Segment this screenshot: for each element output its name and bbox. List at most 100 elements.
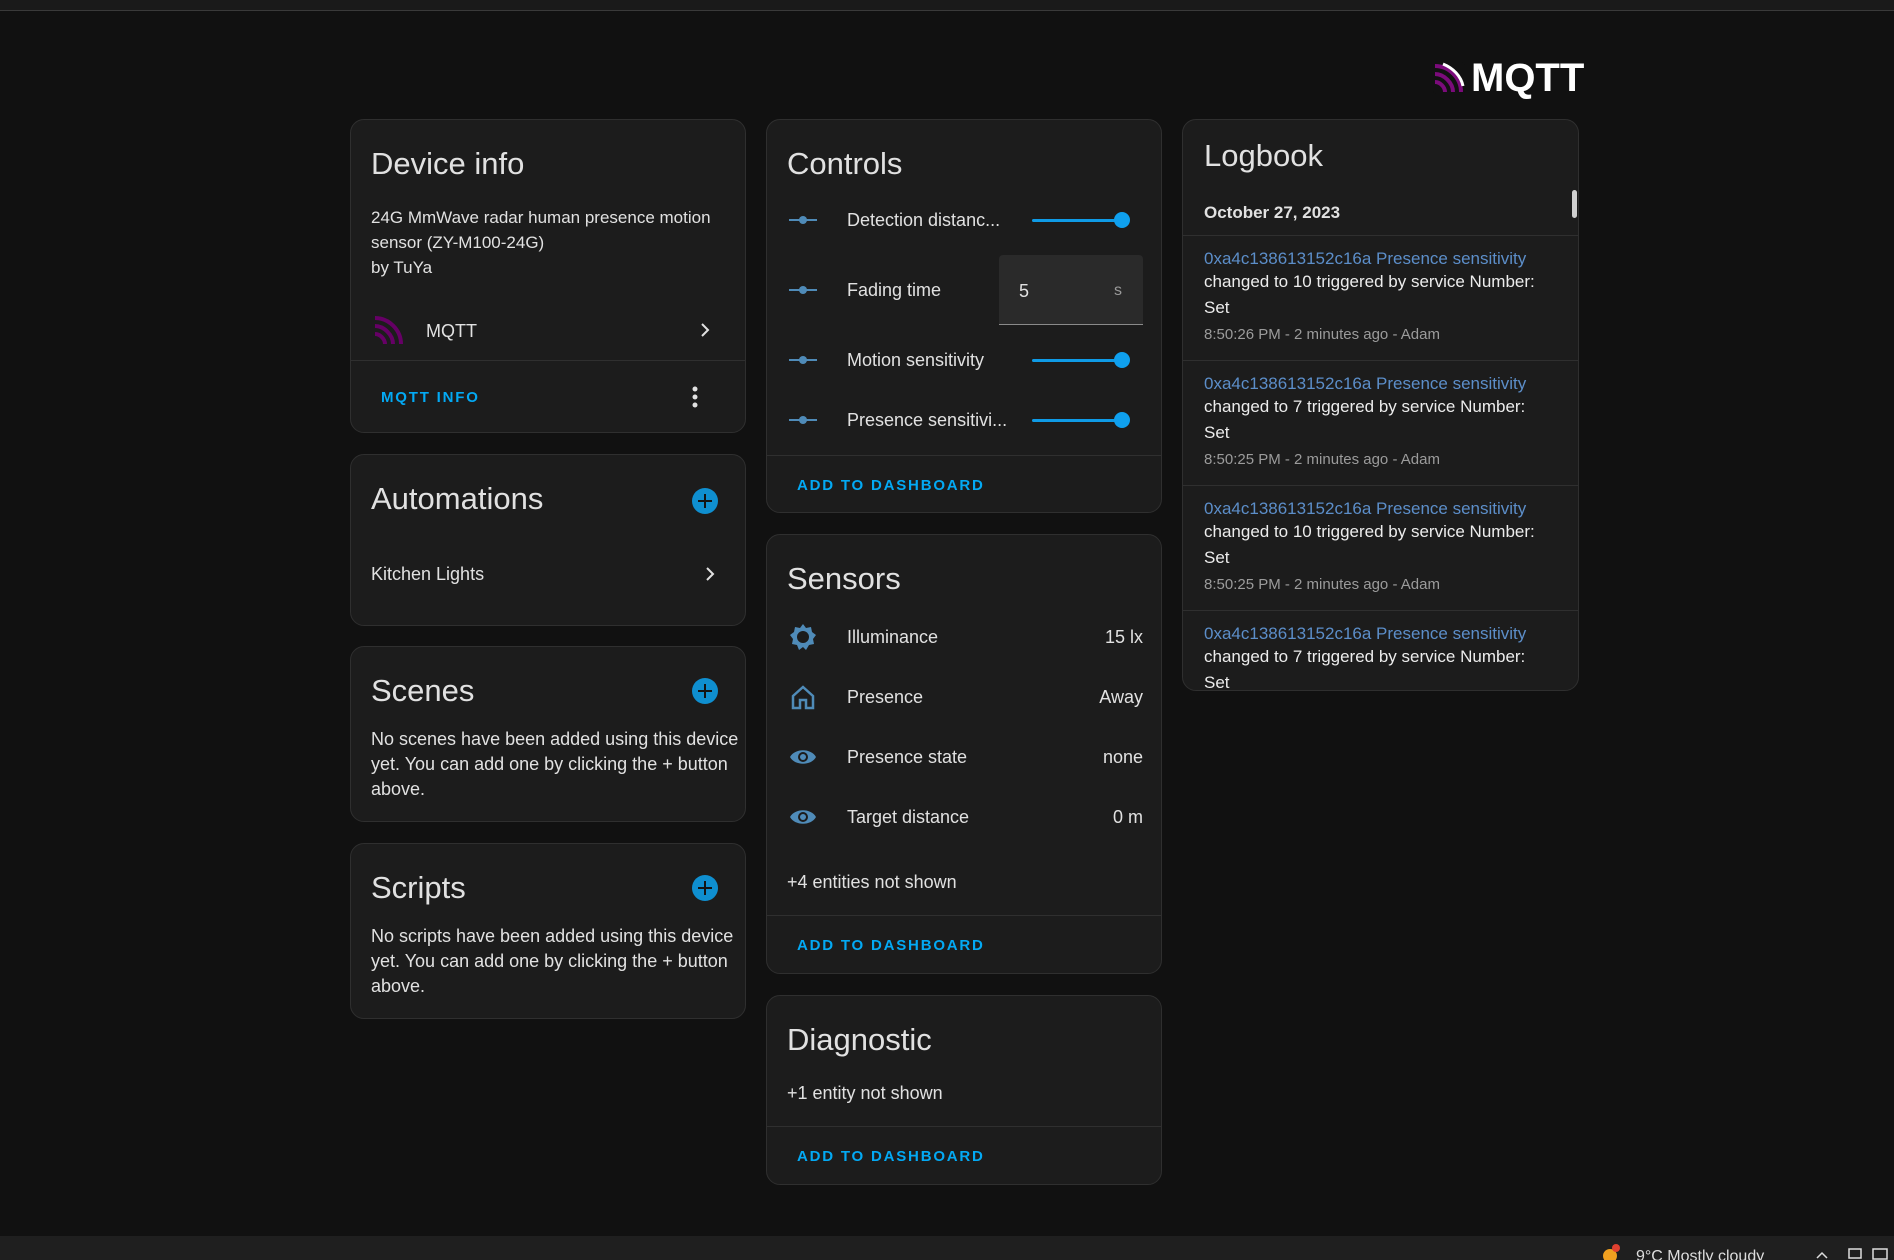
card-title: Logbook [1204, 138, 1323, 173]
scenes-empty-text-end: above. [371, 779, 426, 799]
log-message-cont: Set [1204, 548, 1230, 567]
scripts-empty-text: No scripts have been added using this de… [371, 926, 734, 946]
card-divider [767, 915, 1161, 916]
automation-item[interactable]: Kitchen Lights [351, 555, 745, 595]
log-meta: 8:50:25 PM - 2 minutes ago - Adam [1204, 451, 1440, 468]
browser-top-strip [0, 0, 1894, 10]
sensor-value: none [1102, 747, 1143, 767]
log-message-cont: Set [1204, 673, 1230, 691]
sensor-row-target-distance[interactable]: Target distance 0 m [767, 797, 1161, 837]
sensor-label: Illuminance [847, 627, 939, 647]
logbook-card: Logbook October 27, 2023 0xa4c138613152c… [1182, 119, 1579, 691]
slider-entity-icon [789, 356, 817, 364]
log-message-cont: Set [1204, 423, 1230, 442]
log-entity-link[interactable]: 0xa4c138613152c16a Presence sensitivity [1204, 374, 1526, 394]
scenes-empty-text: No scenes have been added using this dev… [371, 729, 739, 749]
add-to-dashboard-button[interactable]: ADD TO DASHBOARD [797, 937, 985, 954]
sensor-label: Target distance [847, 807, 970, 827]
number-entity-icon [789, 286, 817, 294]
volume-icon[interactable] [1872, 1248, 1888, 1260]
automation-label: Kitchen Lights [371, 564, 485, 584]
sensor-label: Presence state [847, 747, 968, 767]
log-entity-link[interactable]: 0xa4c138613152c16a Presence sensitivity [1204, 249, 1526, 269]
mqtt-brand-logo: MQTT [1433, 58, 1584, 98]
control-row-detection-distance: Detection distanc... [767, 200, 1161, 240]
sensor-value: Away [1099, 687, 1143, 707]
slider-knob[interactable] [1114, 412, 1130, 428]
slider-knob[interactable] [1114, 352, 1130, 368]
integration-row[interactable]: MQTT [351, 308, 745, 352]
card-title: Scripts [371, 870, 466, 905]
device-model: 24G MmWave radar human presence motion [371, 208, 711, 227]
log-entity-link[interactable]: 0xa4c138613152c16a Presence sensitivity [1204, 624, 1526, 644]
chevron-right-icon [701, 323, 710, 337]
scenes-card: Scenes No scenes have been added using t… [350, 646, 746, 822]
fading-time-input[interactable]: 5 s [999, 255, 1143, 325]
mqtt-icon [374, 316, 403, 345]
log-entity-link[interactable]: 0xa4c138613152c16a Presence sensitivity [1204, 499, 1526, 519]
fading-time-value: 5 [1019, 281, 1030, 301]
slider-track[interactable] [1032, 419, 1122, 422]
controls-card: Controls Detection distanc... Fading tim… [766, 119, 1162, 513]
slider-track[interactable] [1032, 359, 1122, 362]
control-label: Presence sensitivi... [847, 410, 1008, 430]
mqtt-info-button[interactable]: MQTT INFO [381, 389, 480, 406]
hidden-entities-link[interactable]: +1 entity not shown [787, 1083, 943, 1104]
card-title: Controls [787, 146, 903, 181]
chevron-right-icon [706, 567, 715, 581]
brand-name: MQTT [1471, 56, 1585, 100]
logbook-scrollbar[interactable] [1572, 190, 1577, 218]
control-row-presence-sensitivity: Presence sensitivi... [767, 400, 1161, 440]
add-to-dashboard-button[interactable]: ADD TO DASHBOARD [797, 477, 985, 494]
card-title: Scenes [371, 673, 475, 708]
sensor-row-presence[interactable]: Presence Away [767, 677, 1161, 717]
top-divider [0, 10, 1894, 11]
card-title: Device info [371, 146, 525, 181]
chevron-up-icon[interactable] [1816, 1250, 1828, 1260]
log-divider [1183, 360, 1578, 361]
log-message: changed to 7 triggered by service Number… [1204, 647, 1526, 666]
integration-label: MQTT [426, 321, 477, 341]
card-title: Diagnostic [787, 1022, 932, 1057]
slider-track[interactable] [1032, 219, 1122, 222]
logbook-date: October 27, 2023 [1204, 203, 1341, 222]
sensor-row-presence-state[interactable]: Presence state none [767, 737, 1161, 777]
add-scene-button[interactable] [692, 678, 718, 704]
home-outline-icon [791, 685, 815, 710]
sensor-label: Presence [847, 687, 924, 707]
add-script-button[interactable] [692, 875, 718, 901]
log-meta: 8:50:25 PM - 2 minutes ago - Adam [1204, 576, 1440, 593]
taskbar-weather[interactable]: 9°C Mostly cloudy [1636, 1248, 1764, 1260]
brightness-icon [790, 624, 816, 650]
scripts-card: Scripts No scripts have been added using… [350, 843, 746, 1019]
slider-entity-icon [789, 416, 817, 424]
device-manufacturer: by TuYa [371, 258, 433, 277]
mqtt-logo-icon [1433, 62, 1465, 94]
sensor-row-illuminance[interactable]: Illuminance 15 lx [767, 617, 1161, 657]
log-divider [1183, 485, 1578, 486]
eye-icon [790, 750, 816, 764]
weather-icon[interactable] [1598, 1244, 1622, 1260]
log-message: changed to 10 triggered by service Numbe… [1204, 522, 1535, 541]
network-icon[interactable] [1848, 1248, 1862, 1260]
add-to-dashboard-button[interactable]: ADD TO DASHBOARD [797, 1148, 985, 1165]
control-label: Motion sensitivity [847, 350, 985, 370]
log-meta: 8:50:26 PM - 2 minutes ago - Adam [1204, 326, 1440, 343]
log-message-cont: Set [1204, 298, 1230, 317]
fading-time-unit: s [1114, 282, 1122, 299]
automations-card: Automations Kitchen Lights [350, 454, 746, 626]
add-automation-button[interactable] [692, 488, 718, 514]
card-divider [767, 455, 1161, 456]
more-vertical-icon[interactable] [691, 385, 699, 409]
card-divider [351, 360, 745, 361]
slider-entity-icon [789, 216, 817, 224]
hidden-entities-link[interactable]: +4 entities not shown [787, 872, 957, 893]
control-label: Detection distanc... [847, 210, 1001, 230]
scenes-empty-text-cont: yet. You can add one by clicking the + b… [371, 754, 728, 774]
card-title: Sensors [787, 561, 901, 596]
sensor-value: 15 lx [1104, 627, 1143, 647]
card-divider [767, 1126, 1161, 1127]
log-divider [1183, 235, 1578, 236]
slider-knob[interactable] [1114, 212, 1130, 228]
device-model-cont: sensor (ZY-M100-24G) [371, 233, 545, 252]
